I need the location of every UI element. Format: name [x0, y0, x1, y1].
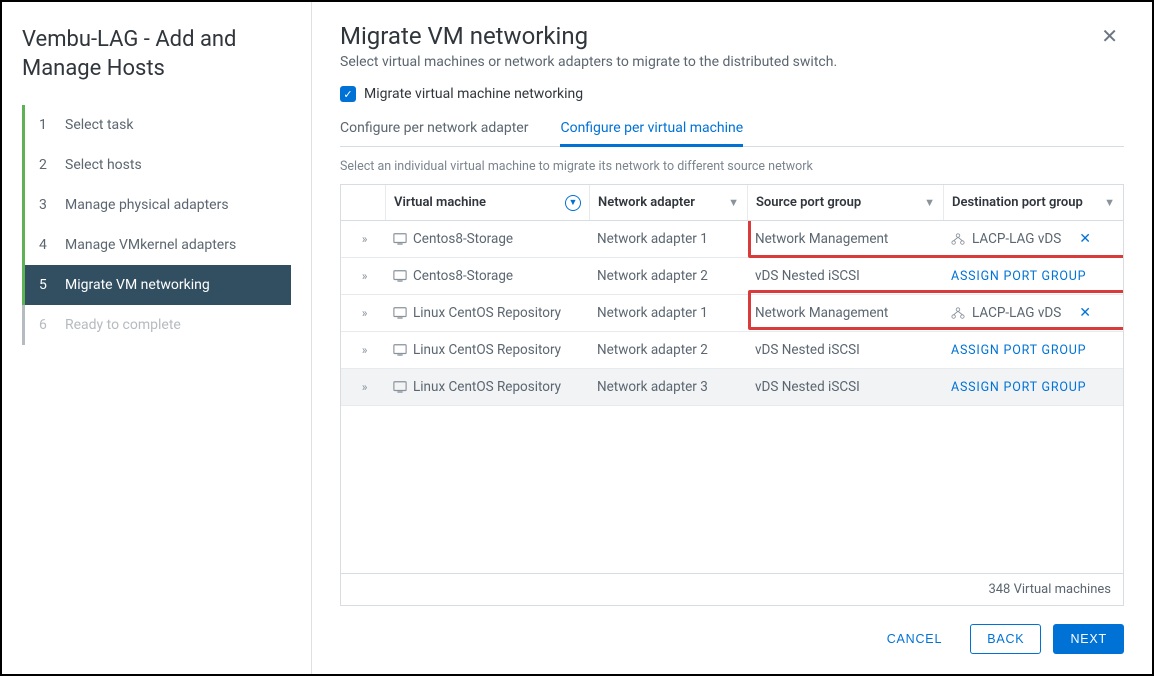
config-tabs: Configure per network adapter Configure …: [340, 112, 1124, 147]
table-row[interactable]: » Centos8-Storage Network adapter 1 Netw…: [341, 221, 1123, 258]
step-manage-vmkernel-adapters[interactable]: 4 Manage VMkernel adapters: [25, 225, 291, 265]
filter-active-icon[interactable]: ▼: [565, 195, 581, 211]
next-button[interactable]: NEXT: [1053, 624, 1124, 654]
wizard-title: Vembu-LAG - Add and Manage Hosts: [22, 26, 291, 83]
vm-icon: [393, 269, 407, 283]
table-header: Virtual machine ▼ Network adapter ▼ Sour…: [341, 185, 1123, 221]
expand-icon[interactable]: »: [362, 306, 365, 320]
col-network-adapter[interactable]: Network adapter ▼: [589, 185, 747, 220]
col-expand: [341, 185, 385, 220]
migrate-checkbox-row[interactable]: ✓ Migrate virtual machine networking: [340, 86, 1124, 102]
col-vm[interactable]: Virtual machine ▼: [385, 185, 589, 220]
table-body: » Centos8-Storage Network adapter 1 Netw…: [341, 221, 1123, 573]
table-row[interactable]: » Centos8-Storage Network adapter 2 vDS …: [341, 258, 1123, 295]
vm-icon: [393, 343, 407, 357]
page-title: Migrate VM networking: [340, 22, 837, 50]
assigned-port-group: LACP-LAG vDS: [951, 305, 1061, 321]
assign-port-group-link[interactable]: ASSIGN PORT GROUP: [951, 269, 1086, 284]
vm-icon: [393, 306, 407, 320]
vm-icon: [393, 232, 407, 246]
table-row[interactable]: » Linux CentOS Repository Network adapte…: [341, 295, 1123, 332]
expand-icon[interactable]: »: [362, 232, 365, 246]
table-row[interactable]: » Linux CentOS Repository Network adapte…: [341, 332, 1123, 369]
filter-icon[interactable]: ▼: [1104, 196, 1115, 209]
portgroup-icon: [951, 306, 965, 320]
checkbox-checked-icon[interactable]: ✓: [340, 86, 356, 102]
vm-table: Virtual machine ▼ Network adapter ▼ Sour…: [340, 184, 1124, 606]
col-destination-port-group[interactable]: Destination port group ▼: [943, 185, 1123, 220]
assigned-port-group: LACP-LAG vDS: [951, 231, 1061, 247]
wizard-footer: CANCEL BACK NEXT: [340, 606, 1124, 654]
cancel-button[interactable]: CANCEL: [871, 625, 959, 653]
clear-icon[interactable]: ✕: [1079, 305, 1091, 321]
clear-icon[interactable]: ✕: [1079, 231, 1091, 247]
tab-per-vm[interactable]: Configure per virtual machine: [560, 112, 743, 147]
filter-icon[interactable]: ▼: [728, 196, 739, 209]
expand-icon[interactable]: »: [362, 343, 365, 357]
wizard-sidebar: Vembu-LAG - Add and Manage Hosts 1 Selec…: [2, 2, 312, 674]
migrate-checkbox-label: Migrate virtual machine networking: [364, 86, 583, 102]
step-select-task[interactable]: 1 Select task: [25, 105, 291, 145]
table-footer: 348 Virtual machines: [341, 573, 1123, 605]
page-subtitle: Select virtual machines or network adapt…: [340, 54, 837, 70]
tab-per-adapter[interactable]: Configure per network adapter: [340, 112, 528, 146]
col-source-port-group[interactable]: Source port group ▼: [747, 185, 943, 220]
back-button[interactable]: BACK: [970, 624, 1041, 654]
portgroup-icon: [951, 232, 965, 246]
step-ready-to-complete: 6 Ready to complete: [22, 305, 291, 345]
close-icon[interactable]: ✕: [1095, 22, 1124, 50]
wizard-steps: 1 Select task 2 Select hosts 3 Manage ph…: [22, 105, 291, 345]
step-migrate-vm-networking[interactable]: 5 Migrate VM networking: [25, 265, 291, 305]
assign-port-group-link[interactable]: ASSIGN PORT GROUP: [951, 380, 1086, 395]
main-panel: Migrate VM networking Select virtual mac…: [312, 2, 1152, 674]
filter-icon[interactable]: ▼: [924, 196, 935, 209]
step-manage-physical-adapters[interactable]: 3 Manage physical adapters: [25, 185, 291, 225]
vm-icon: [393, 380, 407, 394]
assign-port-group-link[interactable]: ASSIGN PORT GROUP: [951, 343, 1086, 358]
help-text: Select an individual virtual machine to …: [340, 159, 1124, 174]
table-row[interactable]: » Linux CentOS Repository Network adapte…: [341, 369, 1123, 406]
step-select-hosts[interactable]: 2 Select hosts: [25, 145, 291, 185]
expand-icon[interactable]: »: [362, 269, 365, 283]
expand-icon[interactable]: »: [362, 380, 365, 394]
